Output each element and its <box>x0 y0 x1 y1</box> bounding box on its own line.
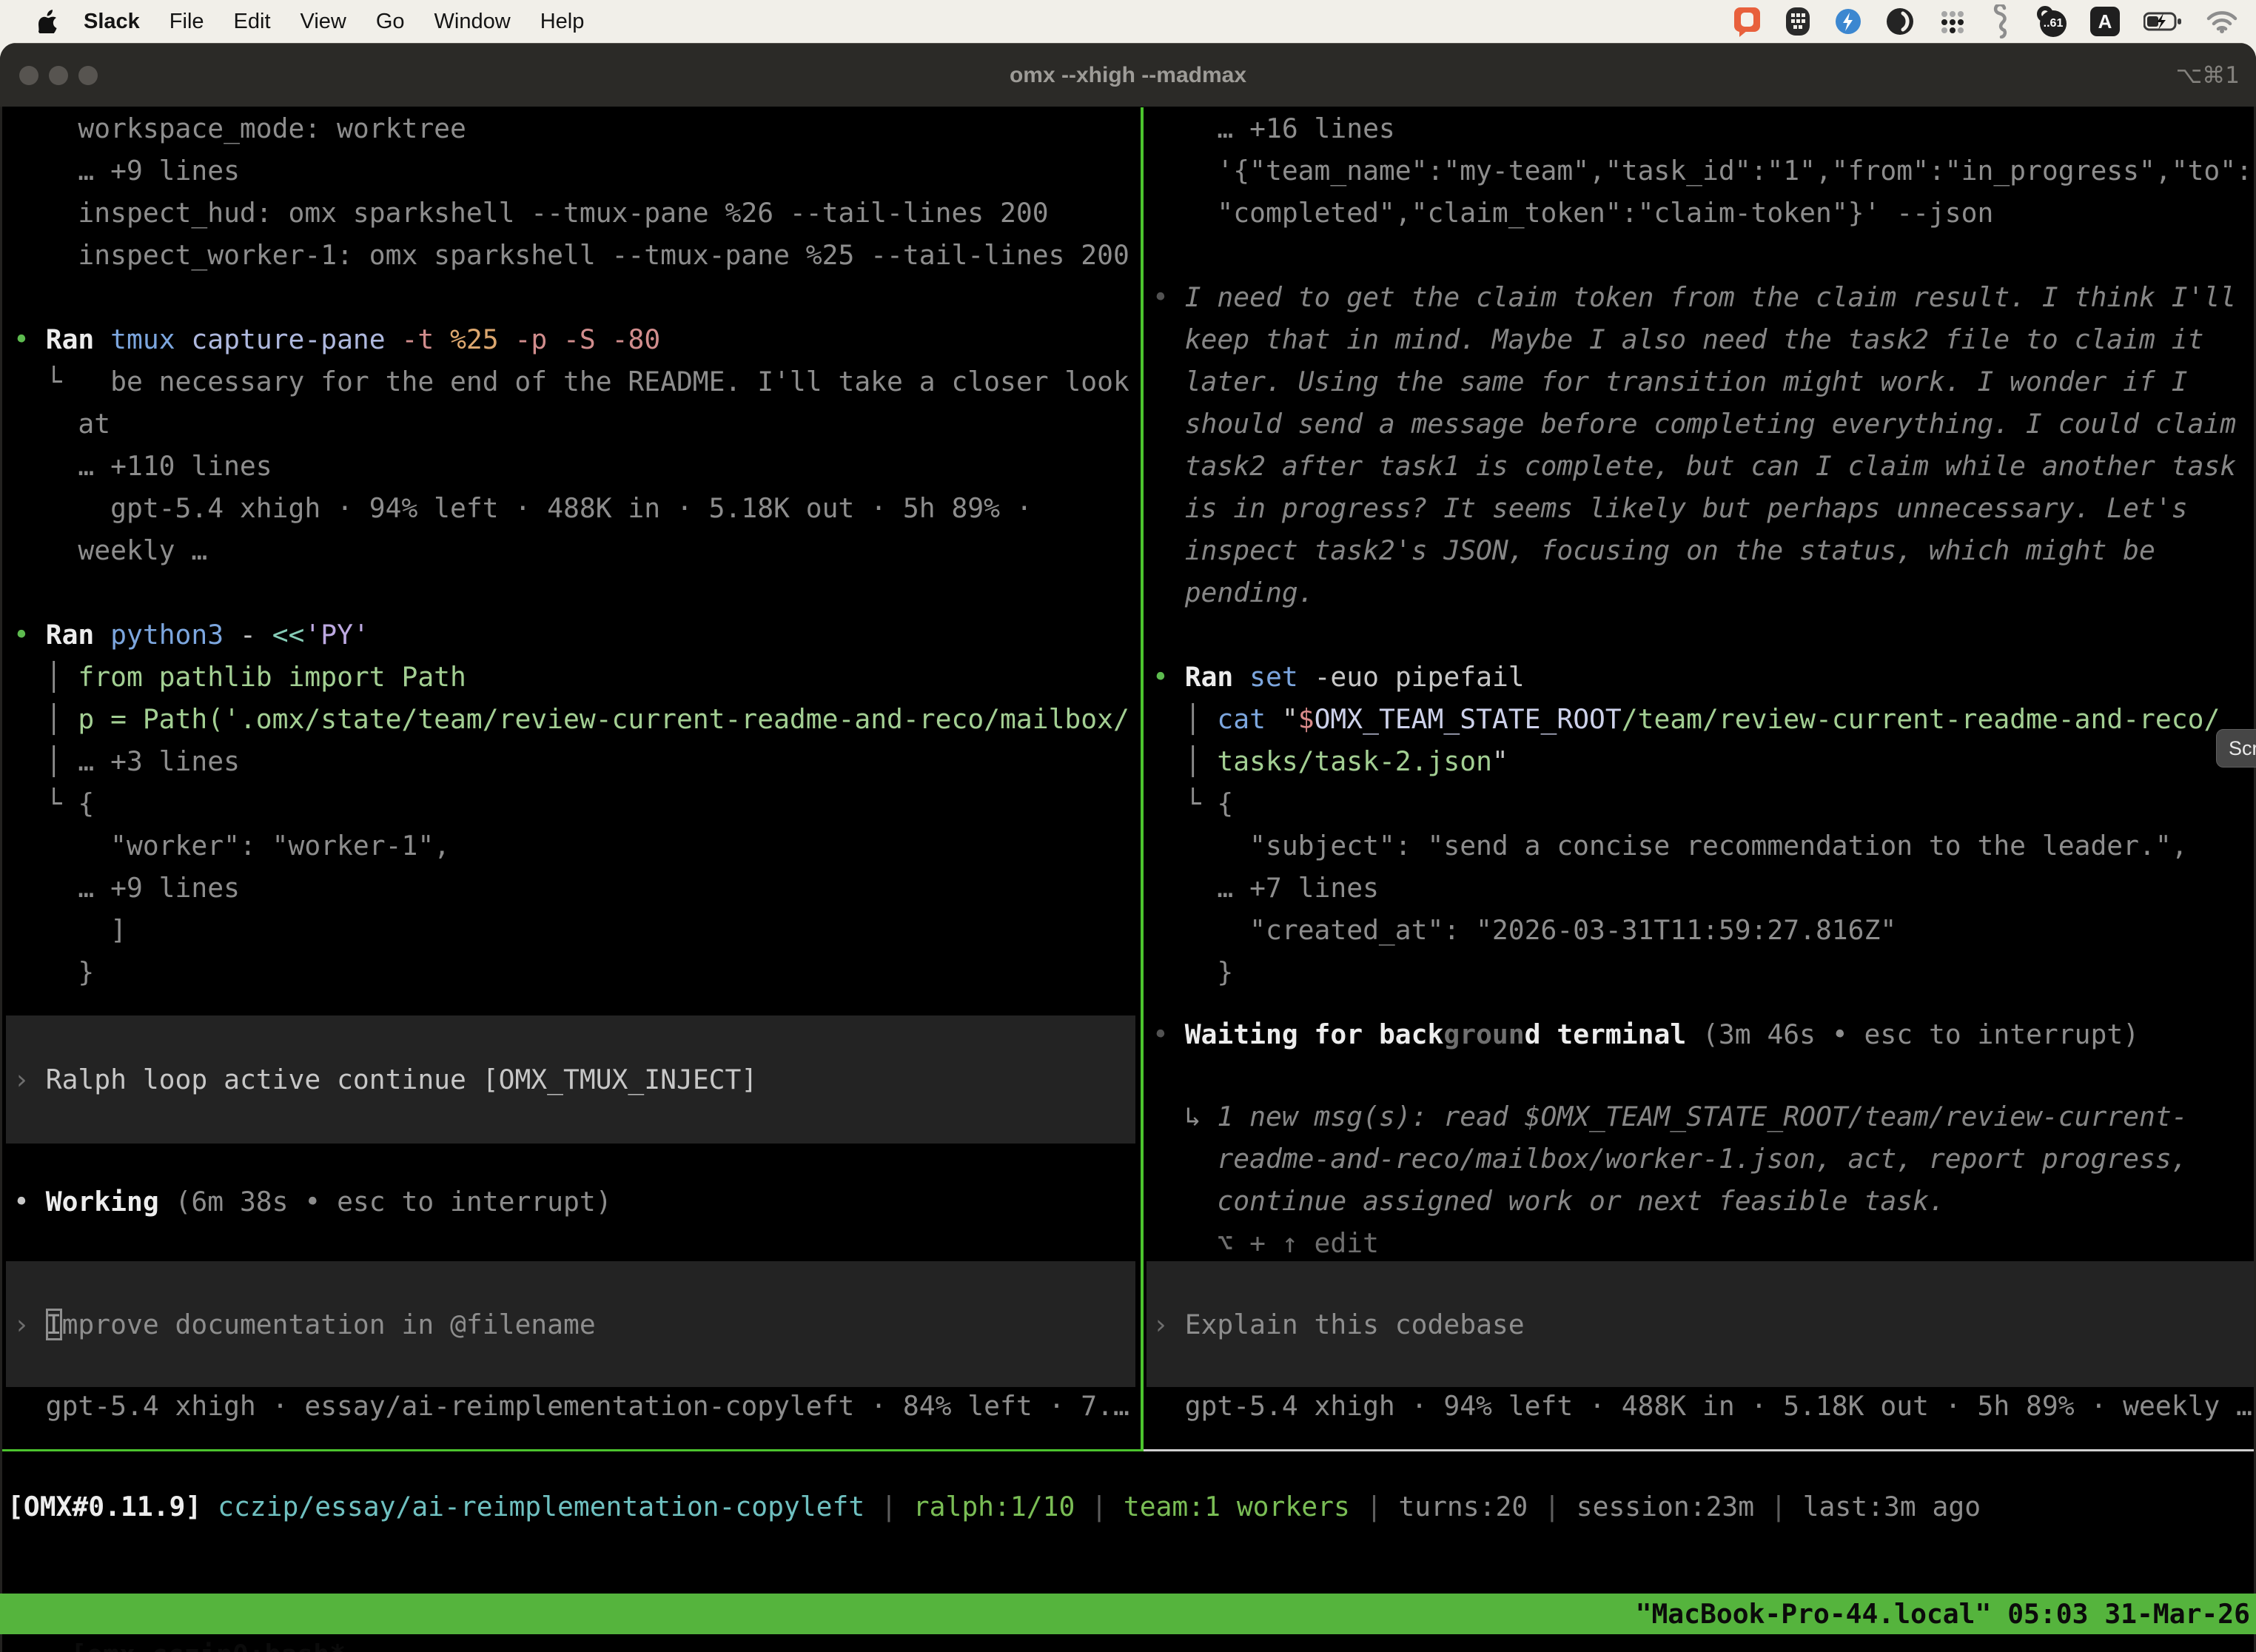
terminal-line: task2 after task1 is complete, but can I… <box>1152 445 2256 487</box>
dots-grid-icon[interactable] <box>1938 6 1967 37</box>
apple-menu-icon[interactable] <box>38 10 58 33</box>
window-shortcut: ⌥⌘1 <box>2176 44 2240 107</box>
timer-badge-icon[interactable]: ..61 <box>2034 6 2067 37</box>
crescent-icon[interactable] <box>1886 6 1914 37</box>
input-source-letter: A <box>2098 10 2112 33</box>
window-title: omx --xhigh --madmax <box>0 44 2256 107</box>
badge-count: ..61 <box>2044 17 2064 30</box>
menu-item-view[interactable]: View <box>301 10 346 34</box>
left-prompt-input[interactable]: › Improve documentation in @filename <box>6 1261 1135 1387</box>
terminal-line: │ from pathlib import Path <box>13 656 1141 698</box>
menu-item-edit[interactable]: Edit <box>234 10 271 34</box>
menu-item-file[interactable]: File <box>169 10 204 34</box>
terminal-line: … +7 lines <box>1152 867 2256 909</box>
terminal-line: readme-and-reco/mailbox/worker-1.json, a… <box>1152 1138 2256 1180</box>
terminal-line: • Ran tmux capture-pane -t %25 -p -S -80 <box>13 318 1141 360</box>
terminal-line: '{"team_name":"my-team","task_id":"1","f… <box>1152 150 2256 192</box>
terminal-line: "worker": "worker-1", <box>13 825 1141 867</box>
shield-grid-icon[interactable] <box>1785 6 1810 37</box>
pane-divider[interactable] <box>1141 107 1144 1451</box>
menu-status-icons: ..61 A <box>1733 4 2238 38</box>
terminal-line: pending. <box>1152 571 2256 614</box>
terminal-line: } <box>1152 951 2256 993</box>
terminal-line: "completed","claim_token":"claim-token"}… <box>1152 192 2256 234</box>
terminal-line: keep that in mind. Maybe I also need the… <box>1152 318 2256 360</box>
right-pane-output: … +16 lines '{"team_name":"my-team","tas… <box>1152 107 2256 993</box>
menu-item-go[interactable]: Go <box>376 10 405 34</box>
terminal-window: omx --xhigh --madmax ⌥⌘1 workspace_mode:… <box>0 43 2256 1652</box>
wifi-icon[interactable] <box>2206 9 2238 34</box>
terminal-line: • I need to get the claim token from the… <box>1152 276 2256 318</box>
right-prompt-input[interactable]: › Explain this codebase <box>1147 1261 2256 1387</box>
right-prompt-text: › Explain this codebase <box>1147 1303 1525 1346</box>
omx-status-line: [OMX#0.11.9] cczip/essay/ai-reimplementa… <box>7 1485 2256 1528</box>
terminal-line: continue assigned work or next feasible … <box>1152 1180 2256 1222</box>
terminal-line: ⌥ + ↑ edit <box>1152 1222 2256 1264</box>
menu-item-help[interactable]: Help <box>540 10 585 34</box>
tmux-session-label: [omx-cczip0:bash* <box>64 1639 346 1652</box>
working-status: • Working (6m 38s • esc to interrupt) <box>13 1181 1141 1223</box>
terminal-line: • Ran set -euo pipefail <box>1152 656 2256 698</box>
waiting-status: • Waiting for background terminal (3m 46… <box>1152 1013 2256 1055</box>
terminal-line: … +16 lines <box>1152 107 2256 150</box>
chat-app-icon[interactable] <box>1733 6 1762 37</box>
terminal-line: gpt-5.4 xhigh · 94% left · 488K in · 5.1… <box>13 487 1141 529</box>
terminal-line: should send a message before completing … <box>1152 403 2256 445</box>
terminal-line: │ p = Path('.omx/state/team/review-curre… <box>13 698 1141 740</box>
squiggle-icon[interactable] <box>1991 4 2010 38</box>
terminal-line: │ cat "$OMX_TEAM_STATE_ROOT/team/review-… <box>1152 698 2256 740</box>
left-prompt-text: › Improve documentation in @filename <box>6 1303 596 1346</box>
right-status-line: gpt-5.4 xhigh · 94% left · 488K in · 5.1… <box>1152 1385 2256 1427</box>
terminal-line: "created_at": "2026-03-31T11:59:27.816Z" <box>1152 909 2256 951</box>
terminal-line: inspect task2's JSON, focusing on the st… <box>1152 529 2256 571</box>
terminal-line: │ … +3 lines <box>13 740 1141 782</box>
terminal-line: workspace_mode: worktree <box>13 107 1141 150</box>
inject-banner: › Ralph loop active continue [OMX_TMUX_I… <box>6 1015 1135 1144</box>
menu-app-name[interactable]: Slack <box>84 10 140 34</box>
terminal-line: "subject": "send a concise recommendatio… <box>1152 825 2256 867</box>
terminal-line <box>1152 234 2256 276</box>
terminal-line: at <box>13 403 1141 445</box>
left-status-line: gpt-5.4 xhigh · essay/ai-reimplementatio… <box>13 1385 1141 1427</box>
network-bolt-icon[interactable] <box>1834 6 1862 37</box>
terminal-line: later. Using the same for transition mig… <box>1152 360 2256 403</box>
title-bar[interactable]: omx --xhigh --madmax ⌥⌘1 <box>0 43 2256 107</box>
terminal-line: │ tasks/task-2.json" <box>1152 740 2256 782</box>
inject-banner-text: › Ralph loop active continue [OMX_TMUX_I… <box>6 1058 757 1101</box>
mailbox-hint: ↳ 1 new msg(s): read $OMX_TEAM_STATE_ROO… <box>1152 1095 2256 1264</box>
input-source-icon[interactable]: A <box>2090 7 2120 36</box>
terminal-line: … +9 lines <box>13 867 1141 909</box>
terminal-line: • Ran python3 - <<'PY' <box>13 614 1141 656</box>
menu-item-window[interactable]: Window <box>434 10 511 34</box>
right-pane-border <box>1144 1449 2256 1451</box>
window-left-edge <box>0 107 2 1652</box>
terminal-line: inspect_worker-1: omx sparkshell --tmux-… <box>13 234 1141 276</box>
terminal-line: ↳ 1 new msg(s): read $OMX_TEAM_STATE_ROO… <box>1152 1095 2256 1138</box>
terminal-line: } <box>13 951 1141 993</box>
terminal-line <box>13 276 1141 318</box>
terminal-line: └ { <box>13 782 1141 825</box>
terminal-line: is in progress? It seems likely but perh… <box>1152 487 2256 529</box>
terminal-line <box>1152 614 2256 656</box>
battery-icon[interactable] <box>2143 10 2182 33</box>
menu-bar: Slack File Edit View Go Window Help ..61 A <box>0 0 2256 43</box>
terminal-line <box>13 571 1141 614</box>
tmux-status-bar: [omx-cczip0:bash* "MacBook-Pro-44.local"… <box>0 1594 2256 1634</box>
tooltip: Scre <box>2216 729 2256 768</box>
left-pane-output: workspace_mode: worktree … +9 lines insp… <box>13 107 1141 993</box>
tmux-host-time: "MacBook-Pro-44.local" 05:03 31-Mar-26 <box>1636 1594 2250 1634</box>
terminal-line: … +9 lines <box>13 150 1141 192</box>
terminal-line: weekly … <box>13 529 1141 571</box>
terminal-line: ] <box>13 909 1141 951</box>
left-pane-border <box>0 1449 1144 1451</box>
terminal-line: inspect_hud: omx sparkshell --tmux-pane … <box>13 192 1141 234</box>
terminal-line: … +110 lines <box>13 445 1141 487</box>
terminal-line: └ { <box>1152 782 2256 825</box>
terminal-line: └ be necessary for the end of the README… <box>13 360 1141 403</box>
